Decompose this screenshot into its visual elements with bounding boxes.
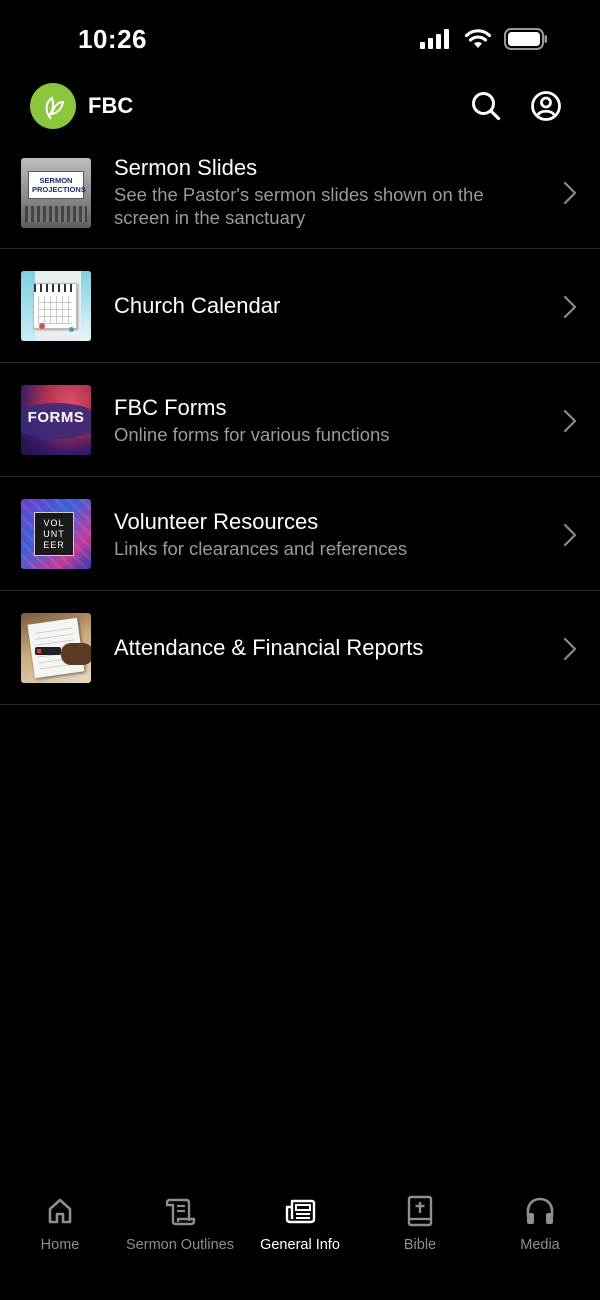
chevron-right-icon: [563, 295, 577, 319]
app-title: FBC: [88, 93, 134, 118]
search-icon: [472, 92, 501, 121]
item-subtitle: See the Pastor's sermon slides shown on …: [114, 184, 484, 228]
item-title: FBC Forms: [114, 395, 227, 420]
tab-label: General Info: [260, 1237, 340, 1253]
tab-sermon-outlines[interactable]: Sermon Outlines: [120, 1180, 240, 1300]
item-subtitle: Links for clearances and references: [114, 538, 408, 559]
status-time: 10:26: [78, 24, 147, 54]
volunteer-thumbnail: VOLUNTEER: [21, 499, 91, 569]
headphones-icon: [526, 1197, 554, 1224]
thumb-text: VOLUNTEER: [43, 517, 65, 550]
reports-thumbnail: [21, 613, 91, 683]
leaf-icon: [45, 96, 65, 120]
church-logo[interactable]: [30, 83, 76, 129]
tab-bar: Home Sermon Outlines General Info Bible …: [0, 1180, 600, 1300]
list-item[interactable]: VOLUNTEER Volunteer Resources Links for …: [0, 477, 600, 591]
item-subtitle: Online forms for various functions: [114, 424, 390, 445]
account-icon: [531, 91, 561, 121]
list-item[interactable]: FORMS FBC Forms Online forms for various…: [0, 363, 600, 477]
list-item[interactable]: Attendance & Financial Reports: [0, 591, 600, 705]
item-title: Sermon Slides: [114, 155, 258, 180]
list-item[interactable]: Church Calendar: [0, 249, 600, 363]
tab-label: Media: [520, 1237, 560, 1253]
chevron-right-icon: [563, 409, 577, 433]
bible-icon: [407, 1195, 433, 1227]
battery-icon: [504, 28, 547, 50]
news-icon: [285, 1199, 316, 1224]
list-item[interactable]: SERMON PROJECTIONS Sermon Slides See the…: [0, 136, 600, 249]
home-icon: [48, 1198, 72, 1224]
church-calendar-thumbnail: [21, 271, 91, 341]
tab-label: Home: [40, 1237, 80, 1253]
fbc-forms-thumbnail: FORMS: [21, 385, 91, 455]
app-header: FBC: [0, 80, 600, 136]
chevron-right-icon: [563, 637, 577, 661]
thumb-text: FORMS: [27, 409, 85, 426]
item-title: Attendance & Financial Reports: [114, 635, 424, 660]
account-button[interactable]: [530, 90, 562, 122]
wifi-icon: [464, 29, 492, 48]
thumb-text: SERMON PROJECTIONS: [32, 176, 86, 194]
chevron-right-icon: [563, 181, 577, 205]
item-title: Volunteer Resources: [114, 509, 319, 534]
search-button[interactable]: [470, 90, 502, 122]
status-bar: 10:26: [0, 0, 600, 80]
tab-label: Bible: [403, 1237, 437, 1253]
status-icons: [420, 28, 548, 50]
tab-media[interactable]: Media: [480, 1180, 600, 1300]
signal-icon: [420, 29, 449, 49]
info-list: SERMON PROJECTIONS Sermon Slides See the…: [0, 136, 600, 705]
sermon-slides-thumbnail: SERMON PROJECTIONS: [21, 158, 91, 228]
scroll-icon: [165, 1198, 196, 1226]
item-title: Church Calendar: [114, 293, 281, 318]
chevron-right-icon: [563, 523, 577, 547]
tab-bible[interactable]: Bible: [360, 1180, 480, 1300]
tab-general-info[interactable]: General Info: [240, 1180, 360, 1300]
tab-label: Sermon Outlines: [126, 1237, 234, 1253]
tab-home[interactable]: Home: [0, 1180, 120, 1300]
